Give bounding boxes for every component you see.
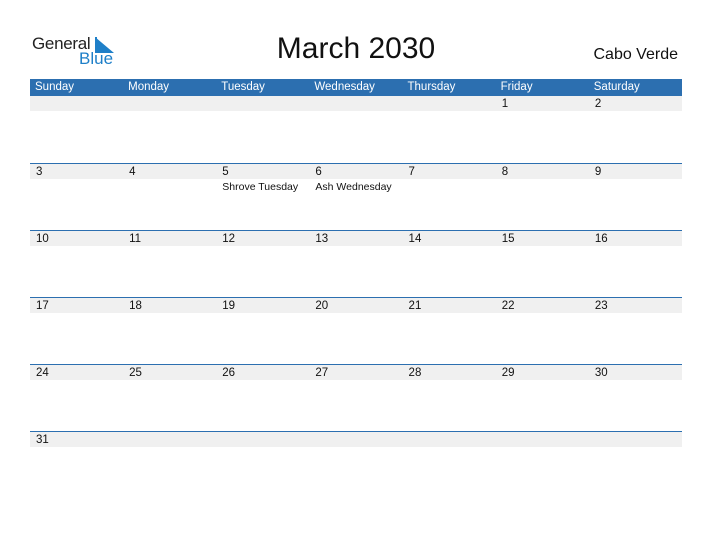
day-cell[interactable] xyxy=(589,432,682,498)
day-number: 14 xyxy=(408,233,422,245)
day-number: 18 xyxy=(129,300,142,312)
day-cell[interactable]: 18 xyxy=(123,298,216,364)
weekday-wednesday: Wednesday xyxy=(314,81,375,93)
day-number: 16 xyxy=(594,233,608,245)
day-cell[interactable]: 2 xyxy=(589,96,682,162)
day-number: 23 xyxy=(594,300,608,312)
day-number: 20 xyxy=(315,300,329,312)
day-number: 26 xyxy=(222,367,236,379)
weekday-friday: Friday xyxy=(500,81,533,93)
day-cell[interactable] xyxy=(496,432,589,498)
day-number: 19 xyxy=(222,300,236,312)
week-row: 10 11 12 13 14 15 16 xyxy=(30,230,682,297)
weeks-container: 1 2 3 4 5 Shrove Tuesday 6 Ash Wednesday 7 8 9 10 11… xyxy=(30,96,682,498)
day-cell[interactable] xyxy=(216,96,309,162)
day-number: 28 xyxy=(408,367,422,379)
day-cell[interactable]: 11 xyxy=(123,231,216,297)
holiday-label: Shrove Tuesday xyxy=(222,181,299,193)
weekday-saturday: Saturday xyxy=(593,81,640,93)
day-cell[interactable]: 5 Shrove Tuesday xyxy=(216,164,309,230)
day-cell[interactable]: 31 xyxy=(30,432,123,498)
day-cell[interactable]: 12 xyxy=(216,231,309,297)
day-cell[interactable]: 16 xyxy=(589,231,682,297)
day-cell[interactable]: 22 xyxy=(496,298,589,364)
day-number: 4 xyxy=(129,166,136,178)
week-row: 17 18 19 20 21 22 23 xyxy=(30,297,682,364)
day-number: 22 xyxy=(501,300,515,312)
day-cell[interactable]: 15 xyxy=(496,231,589,297)
day-cell[interactable]: 26 xyxy=(216,365,309,431)
day-number: 6 xyxy=(315,166,322,178)
day-cell[interactable] xyxy=(309,432,402,498)
day-cell[interactable]: 25 xyxy=(123,365,216,431)
week-row: 12 xyxy=(30,96,682,163)
day-cell[interactable]: 13 xyxy=(309,231,402,297)
day-cell[interactable]: 8 xyxy=(496,164,589,230)
day-number: 31 xyxy=(36,434,49,446)
day-cell[interactable]: 24 xyxy=(30,365,123,431)
day-cell[interactable]: 23 xyxy=(589,298,682,364)
weekday-header: Sunday Monday Tuesday Wednesday Thursday Frid… xyxy=(30,79,682,96)
day-cell[interactable]: 30 xyxy=(589,365,682,431)
week-row: 3 4 5 Shrove Tuesday 6 Ash Wednesday 7 8 9 xyxy=(30,163,682,230)
day-number: 3 xyxy=(36,166,43,178)
country-label: Cabo Verde xyxy=(593,46,678,63)
day-cell[interactable]: 27 xyxy=(309,365,402,431)
day-cell[interactable] xyxy=(403,432,496,498)
day-number: 25 xyxy=(129,367,142,379)
day-number: 24 xyxy=(36,367,49,379)
day-number: 17 xyxy=(36,300,49,312)
day-number: 27 xyxy=(315,367,329,379)
day-number: 10 xyxy=(36,233,49,245)
day-cell[interactable] xyxy=(30,96,123,162)
day-number: 8 xyxy=(501,166,509,178)
day-cell[interactable]: 7 xyxy=(403,164,496,230)
day-cell[interactable]: 28 xyxy=(403,365,496,431)
day-cell[interactable]: 4 xyxy=(123,164,216,230)
day-number: 21 xyxy=(408,300,422,312)
day-cell[interactable]: 14 xyxy=(403,231,496,297)
day-number: 12 xyxy=(222,233,236,245)
day-cell[interactable]: 20 xyxy=(309,298,402,364)
week-row: 31 xyxy=(30,431,682,498)
weekday-thursday: Thursday xyxy=(407,81,456,93)
day-number: 29 xyxy=(501,367,515,379)
day-number: 30 xyxy=(594,367,608,379)
day-number: 13 xyxy=(315,233,329,245)
day-number: 9 xyxy=(594,166,602,178)
day-cell[interactable]: 9 xyxy=(589,164,682,230)
day-cell[interactable]: 3 xyxy=(30,164,123,230)
weekday-monday: Monday xyxy=(128,81,170,93)
week-row: 24 25 26 27 28 29 30 xyxy=(30,364,682,431)
day-number: 2 xyxy=(594,98,602,110)
day-cell[interactable]: 10 xyxy=(30,231,123,297)
day-cell[interactable] xyxy=(123,96,216,162)
day-cell[interactable]: 19 xyxy=(216,298,309,364)
day-number: 11 xyxy=(129,233,142,245)
day-cell[interactable]: 21 xyxy=(403,298,496,364)
day-cell[interactable]: 29 xyxy=(496,365,589,431)
day-cell[interactable] xyxy=(216,432,309,498)
holiday-label: Ash Wednesday xyxy=(315,181,392,193)
day-number: 7 xyxy=(408,166,415,178)
day-cell[interactable]: 1 xyxy=(496,96,589,162)
day-cell[interactable]: 6 Ash Wednesday xyxy=(309,164,402,230)
day-number: 1 xyxy=(501,98,509,110)
day-number: 15 xyxy=(501,233,515,245)
weekday-sunday: Sunday xyxy=(35,81,75,93)
day-cell[interactable]: 17 xyxy=(30,298,123,364)
day-cell[interactable] xyxy=(309,96,402,162)
day-cell[interactable] xyxy=(403,96,496,162)
day-number: 5 xyxy=(222,166,229,178)
day-cell[interactable] xyxy=(123,432,216,498)
weekday-tuesday: Tuesday xyxy=(221,81,265,93)
calendar-grid: Sunday Monday Tuesday Wednesday Thursday Frid… xyxy=(30,79,682,498)
